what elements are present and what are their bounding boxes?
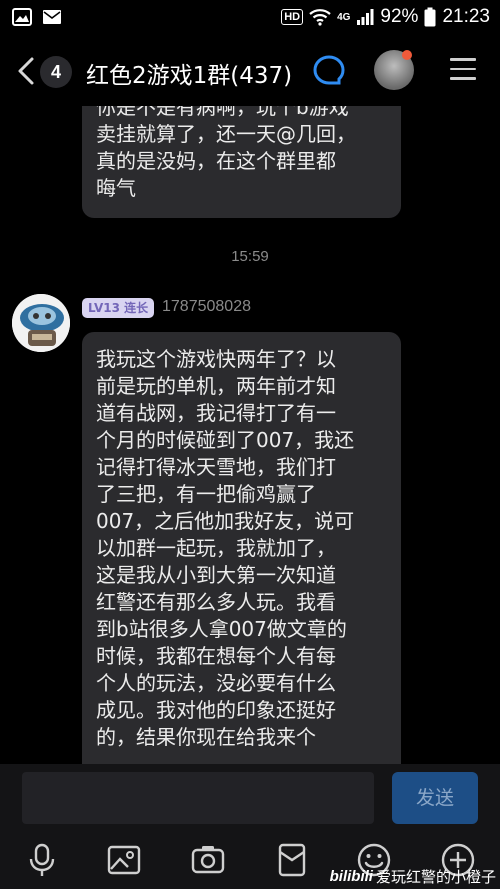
group-chat-icon[interactable] (312, 54, 346, 88)
message-input[interactable] (22, 772, 374, 824)
camera-icon[interactable] (190, 842, 226, 878)
chat-title: 红色2游戏1群(437) (86, 63, 293, 89)
hd-badge: HD (281, 9, 304, 25)
member-title: 连长 (124, 301, 149, 315)
avatar-image (12, 294, 70, 352)
unread-count-badge[interactable]: 4 (40, 56, 72, 88)
back-chevron-icon[interactable] (14, 56, 38, 86)
bilibili-watermark: bilibili 爱玩红警的小橙子 (330, 866, 496, 887)
member-level-badge: LV13 连长 (82, 298, 155, 318)
level-text: LV13 (88, 301, 120, 315)
red-packet-icon[interactable] (274, 842, 310, 878)
watermark-text: 爱玩红警的小橙子 (375, 868, 496, 886)
image-icon[interactable] (106, 842, 142, 878)
send-button[interactable]: 发送 (392, 772, 478, 824)
email-notification-icon (43, 10, 61, 24)
message-bubble[interactable]: 我玩这个游戏快两年了？以 前是玩的单机，两年前才知 道有战网，我记得打了有一 个… (82, 332, 401, 764)
status-bar: HD 4G 92% 21:23 (0, 0, 500, 36)
gallery-notification-icon (12, 8, 32, 26)
battery-icon (424, 7, 436, 27)
input-bar: 发送 bilibili 爱玩红警的小橙子 (0, 764, 500, 889)
menu-icon[interactable] (450, 58, 476, 82)
message-text: 我玩这个游戏快两年了？以 前是玩的单机，两年前才知 道有战网，我记得打了有一 个… (96, 347, 355, 749)
battery-percent: 92% (380, 6, 419, 27)
message-list[interactable]: 你是不是有病啊，玩个b游戏 卖挂就算了，还一天@几回， 真的是没妈，在这个群里都… (0, 106, 500, 764)
bilibili-logo: bilibili (329, 868, 373, 885)
signal-icon (357, 9, 374, 25)
sender-name[interactable]: 1787508028 (162, 298, 251, 316)
message-bubble[interactable]: 你是不是有病啊，玩个b游戏 卖挂就算了，还一天@几回， 真的是没妈，在这个群里都… (82, 106, 401, 218)
sender-avatar[interactable] (12, 294, 70, 352)
microphone-icon[interactable] (24, 842, 60, 878)
message-text: 你是不是有病啊，玩个b游戏 卖挂就算了，还一天@几回， 真的是没妈，在这个群里都… (96, 106, 356, 200)
clock: 21:23 (442, 6, 490, 27)
wifi-icon (309, 9, 331, 26)
chat-header: 4 红色2游戏1群(437) (0, 36, 500, 106)
message-timestamp: 15:59 (231, 248, 269, 265)
notification-dot (402, 50, 412, 60)
network-type: 4G (337, 11, 351, 23)
